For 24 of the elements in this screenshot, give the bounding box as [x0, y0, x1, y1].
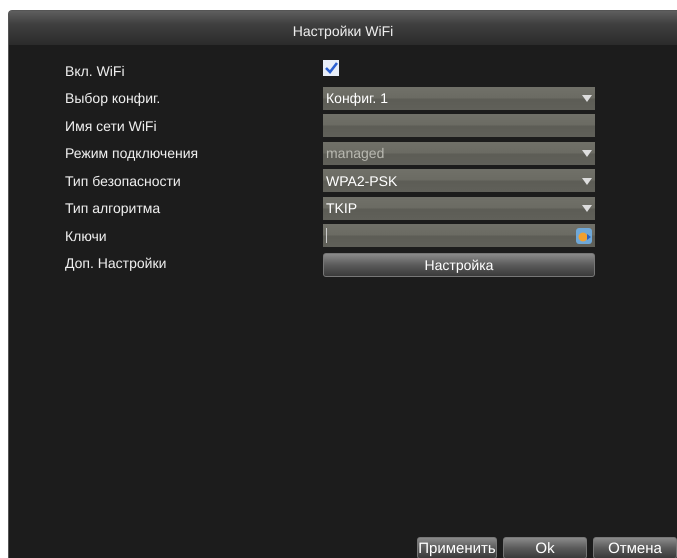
- field-label: Имя сети WiFi: [65, 118, 158, 134]
- footer-button[interactable]: Ok: [503, 537, 587, 558]
- field-label: Режим подключения: [65, 145, 200, 162]
- dropdown-arrow-icon: [581, 148, 593, 158]
- field-label: Выбор конфиг.: [65, 90, 162, 106]
- text-field[interactable]: [323, 114, 595, 138]
- dropdown-arrow-icon: [581, 93, 593, 104]
- field-label: Вкл. WiFi: [65, 62, 126, 79]
- field-label: Тип алгоритма: [65, 200, 162, 216]
- dropdown[interactable]: WPA2-PSK: [323, 169, 595, 192]
- window-title: Настройки WiFi: [9, 11, 677, 45]
- field-label: Доп. Настройки: [65, 255, 168, 272]
- dropdown-arrow-icon: [581, 203, 593, 214]
- checkbox[interactable]: [323, 60, 339, 76]
- footer-button[interactable]: Применить: [417, 537, 497, 558]
- dropdown[interactable]: TKIP: [323, 196, 595, 220]
- setup-button[interactable]: Настройка: [323, 253, 595, 278]
- footer-button[interactable]: Отмена: [593, 537, 677, 558]
- field-label: Тип безопасности: [65, 172, 182, 189]
- dropdown-arrow-icon: [581, 176, 593, 186]
- field-label: Ключи: [65, 228, 108, 244]
- key-field[interactable]: [323, 224, 595, 248]
- keyboard-icon[interactable]: [575, 226, 593, 245]
- dropdown[interactable]: Конфиг. 1: [323, 86, 595, 110]
